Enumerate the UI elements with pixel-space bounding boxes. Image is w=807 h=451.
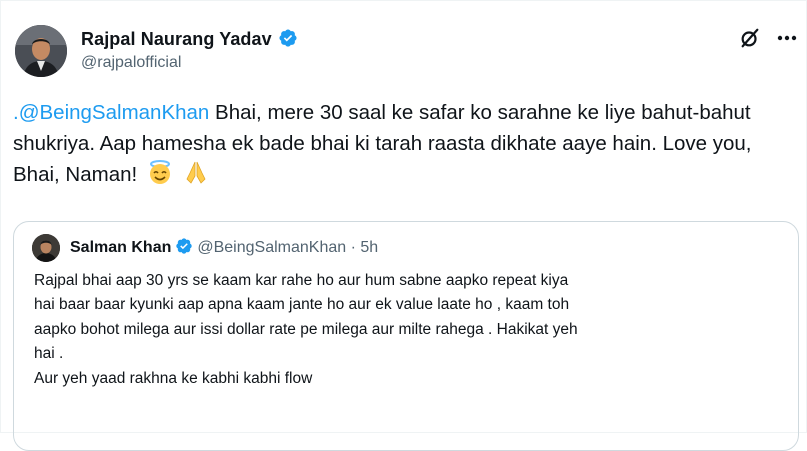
author-name-text[interactable]: Rajpal Naurang Yadav xyxy=(81,29,272,49)
quoted-text-line: Aur yeh yaad rakhna ke kabhi kabhi flow xyxy=(34,369,313,387)
quoted-separator: · xyxy=(350,239,356,256)
quoted-profile-photo-icon xyxy=(32,234,60,262)
author-handle[interactable]: @rajpalofficial xyxy=(81,54,181,72)
mention-link[interactable]: .@BeingSalmanKhan xyxy=(13,101,209,124)
quoted-author-name[interactable]: Salman Khan xyxy=(70,239,171,256)
quoted-text-line: aapko bohot milega aur issi dollar rate … xyxy=(34,320,578,338)
smiling-face-with-halo-icon xyxy=(149,160,170,184)
author-name[interactable]: Rajpal Naurang Yadav xyxy=(81,28,298,50)
tweet-card: Rajpal Naurang Yadav @rajpalofficial .@B… xyxy=(0,0,807,451)
author-avatar[interactable] xyxy=(15,25,67,77)
quoted-text-line: hai . xyxy=(34,345,64,363)
quoted-tweet[interactable]: Salman Khan @BeingSalmanKhan · 5h Rajpal… xyxy=(13,221,799,451)
folded-hands-icon xyxy=(186,161,206,184)
quoted-author-avatar[interactable] xyxy=(32,234,60,262)
profile-photo-icon xyxy=(15,25,67,77)
quoted-author-handle[interactable]: @BeingSalmanKhan xyxy=(197,239,346,256)
quoted-timestamp[interactable]: 5h xyxy=(360,239,378,256)
grok-slash-icon[interactable] xyxy=(739,27,761,49)
quoted-text-line: Rajpal bhai aap 30 yrs se kaam kar rahe … xyxy=(34,272,569,289)
more-horizontal-icon[interactable] xyxy=(777,35,797,41)
tweet-text: .@BeingSalmanKhan Bhai, mere 30 saal ke … xyxy=(13,97,793,190)
verified-badge-icon xyxy=(279,29,297,47)
quoted-header: Salman Khan @BeingSalmanKhan · 5h xyxy=(70,237,378,257)
quoted-text: Rajpal bhai aap 30 yrs se kaam kar rahe … xyxy=(34,269,789,391)
quoted-verified-badge-icon xyxy=(176,238,193,254)
quoted-text-line: hai baar baar kyunki aap apna kaam jante… xyxy=(34,296,570,314)
